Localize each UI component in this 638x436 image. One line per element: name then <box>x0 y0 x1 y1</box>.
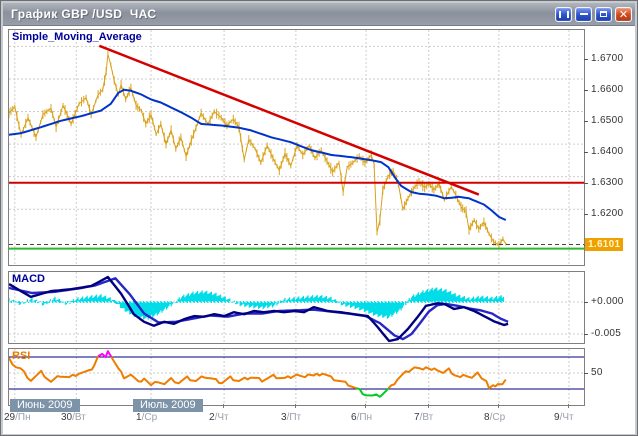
price-series-bars <box>9 51 506 250</box>
date-axis-tick <box>223 404 224 408</box>
macd-chart <box>9 272 584 343</box>
price-axis-label: 1.6400 <box>591 146 623 157</box>
date-label-weekday: /Чт <box>560 412 574 423</box>
price-axis-tick <box>584 183 588 184</box>
date-label-weekday: /Пн <box>15 412 31 423</box>
date-label-weekday: /Пт <box>287 412 302 423</box>
price-axis-label: 1.6700 <box>591 53 623 64</box>
current-price-badge: 1.6101 <box>585 238 623 251</box>
date-axis-tick <box>365 404 366 408</box>
rsi-line <box>389 367 506 388</box>
close-button[interactable]: ✕ <box>615 7 632 22</box>
minimize-button[interactable] <box>575 7 592 22</box>
date-label: 29/Пн <box>4 412 31 423</box>
date-label: 1/Ср <box>136 412 157 423</box>
macd-axis-label: +0.000 <box>591 296 624 307</box>
macd-axis-tick <box>584 302 588 303</box>
month-badge: Июль 2009 <box>133 399 203 412</box>
date-label-day: 29 <box>4 412 15 423</box>
rsi-panel[interactable]: RSI <box>8 348 585 406</box>
indicator-label-rsi: RSI <box>12 350 30 362</box>
price-axis-label: 1.6200 <box>591 208 623 219</box>
month-badge: Июнь 2009 <box>10 399 80 412</box>
date-axis-tick <box>428 404 429 408</box>
date-label: 6/Пн <box>351 412 372 423</box>
price-axis-label: 1.6600 <box>591 84 623 95</box>
price-axis-label: 1.6300 <box>591 177 623 188</box>
macd-axis-tick <box>584 334 588 335</box>
date-label-weekday: /Ср <box>142 412 158 423</box>
rsi-chart <box>9 349 584 405</box>
price-axis: 1.6700 1.6600 1.6500 1.6400 1.6300 1.6200 1.61… <box>584 26 635 434</box>
window-controls: ✕ <box>555 7 632 22</box>
price-axis-label: 1.6500 <box>591 115 623 126</box>
chart-client-area: Simple_Moving_Average MACD RSI 1.67001.6… <box>3 26 635 434</box>
rsi-line <box>98 351 111 357</box>
macd-panel[interactable]: MACD <box>8 271 585 344</box>
date-label-weekday: /Вт <box>72 412 86 423</box>
titlebar[interactable]: График GBP /USD ЧАС ✕ <box>3 3 635 26</box>
indicator-label-sma: Simple_Moving_Average <box>12 31 142 43</box>
minimize-icon <box>580 13 588 15</box>
date-label: 2/Чт <box>209 412 229 423</box>
macd-histogram <box>9 287 504 319</box>
close-icon: ✕ <box>619 9 628 20</box>
rsi-line <box>357 388 389 397</box>
date-axis-tick <box>568 404 569 408</box>
price-axis-tick <box>584 59 588 60</box>
date-label-weekday: /Пн <box>357 412 373 423</box>
rsi-axis-label: 50 <box>591 367 603 378</box>
descending-trendline <box>99 46 479 195</box>
date-axis-tick <box>295 404 296 408</box>
price-axis-tick <box>584 121 588 122</box>
price-chart-panel[interactable]: Simple_Moving_Average <box>8 29 585 266</box>
pause-button[interactable] <box>555 7 572 22</box>
maximize-button[interactable] <box>595 7 612 22</box>
price-axis-tick <box>584 214 588 215</box>
price-axis-tick <box>584 152 588 153</box>
date-label-weekday: /Чт <box>215 412 229 423</box>
indicator-label-macd: MACD <box>12 273 45 285</box>
date-axis-tick <box>498 404 499 408</box>
date-label: 3/Пт <box>281 412 301 423</box>
macd-axis-label: -0.005 <box>591 328 621 339</box>
date-label: 8/Ср <box>484 412 505 423</box>
price-chart <box>9 30 584 265</box>
price-axis-tick <box>584 90 588 91</box>
chart-window: График GBP /USD ЧАС ✕ Simple_Moving_Aver… <box>0 0 638 436</box>
window-title: График GBP /USD ЧАС <box>11 7 555 21</box>
date-label: 9/Чт <box>554 412 574 423</box>
date-label-weekday: /Вт <box>420 412 434 423</box>
date-label: 30/Вт <box>61 412 86 423</box>
time-axis: 29/Пн30/Вт1/Ср2/Чт3/Пт6/Пн7/Вт8/Ср9/ЧтИю… <box>3 404 635 434</box>
rsi-axis-tick <box>584 373 588 374</box>
date-label: 7/Вт <box>414 412 433 423</box>
date-label-day: 30 <box>61 412 72 423</box>
date-label-weekday: /Ср <box>490 412 506 423</box>
maximize-icon <box>600 11 607 17</box>
pause-icon <box>559 11 569 18</box>
